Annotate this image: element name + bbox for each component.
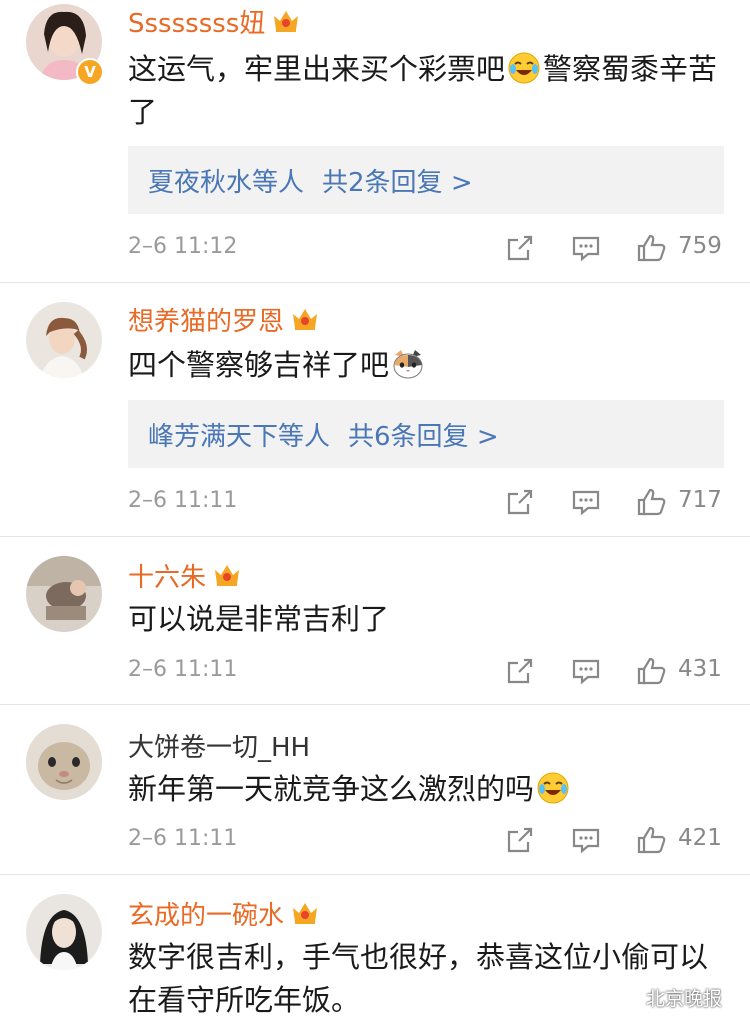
comment-time: 2–6 11:12 xyxy=(128,234,238,259)
comment-time: 2–6 11:11 xyxy=(128,657,238,682)
laughing-tears-emoji-icon xyxy=(507,51,541,85)
wechat-icon xyxy=(616,987,640,1007)
reply-summary[interactable]: 夏夜秋水等人 共2条回复 > xyxy=(128,146,724,214)
comment-text: 可以说是非常吉利了 xyxy=(128,598,724,641)
comment-text: 四个警察够吉祥了吧 xyxy=(128,344,724,387)
crown-badge-icon xyxy=(290,900,320,926)
reply-count-link[interactable]: 共2条回复 > xyxy=(322,162,473,199)
divider xyxy=(0,704,750,705)
comment-time: 2–6 11:11 xyxy=(128,488,238,513)
comment-text-part: 四个警察够吉祥了吧 xyxy=(128,348,390,382)
avatar[interactable] xyxy=(26,724,102,800)
like-count: 717 xyxy=(678,487,722,513)
avatar[interactable] xyxy=(26,556,102,632)
comment-text-part: 这运气，牢里出来买个彩票吧 xyxy=(128,52,506,86)
crown-badge-icon xyxy=(271,8,301,34)
divider xyxy=(0,536,750,537)
avatar[interactable] xyxy=(26,894,102,970)
comment-icon[interactable] xyxy=(570,824,602,856)
share-icon[interactable] xyxy=(504,655,536,687)
cat-face-emoji-icon xyxy=(391,347,425,381)
divider xyxy=(0,282,750,283)
username[interactable]: 大饼卷一切_HH xyxy=(128,727,310,764)
watermark: 北京晚报 xyxy=(616,982,722,1012)
comment-text-part: 可以说是非常吉利了 xyxy=(128,602,390,636)
crown-badge-icon xyxy=(290,306,320,332)
comment-text: 新年第一天就竞争这么激烈的吗 xyxy=(128,768,724,811)
comment-icon[interactable] xyxy=(570,232,602,264)
like-count: 759 xyxy=(678,233,722,259)
verified-v-icon: V xyxy=(76,58,104,86)
reply-summary[interactable]: 峰芳满天下等人 共6条回复 > xyxy=(128,400,724,468)
like-count: 431 xyxy=(678,656,722,682)
watermark-text: 北京晚报 xyxy=(646,987,723,1010)
comment-text: 这运气，牢里出来买个彩票吧 警察蜀黍辛苦了 xyxy=(128,48,724,134)
share-icon[interactable] xyxy=(504,232,536,264)
like-count: 421 xyxy=(678,825,722,851)
divider xyxy=(0,874,750,875)
share-icon[interactable] xyxy=(504,824,536,856)
username[interactable]: 十六朱 xyxy=(128,557,206,594)
comment-text-part: 新年第一天就竞争这么激烈的吗 xyxy=(128,772,535,806)
crown-badge-icon xyxy=(212,562,242,588)
laughing-tears-emoji-icon xyxy=(536,771,570,805)
share-icon[interactable] xyxy=(504,486,536,518)
username[interactable]: 想养猫的罗恩 xyxy=(128,301,284,338)
username[interactable]: 玄成的一碗水 xyxy=(128,895,284,932)
username[interactable]: Ssssssss妞 xyxy=(128,3,265,40)
comment-icon[interactable] xyxy=(570,655,602,687)
reply-users-link[interactable]: 夏夜秋水等人 xyxy=(148,162,304,199)
thumbs-up-icon[interactable] xyxy=(636,824,668,856)
thumbs-up-icon[interactable] xyxy=(636,655,668,687)
comment-time: 2–6 11:11 xyxy=(128,826,238,851)
reply-count-link[interactable]: 共6条回复 > xyxy=(348,416,499,453)
thumbs-up-icon[interactable] xyxy=(636,232,668,264)
comment-icon[interactable] xyxy=(570,486,602,518)
thumbs-up-icon[interactable] xyxy=(636,486,668,518)
reply-users-link[interactable]: 峰芳满天下等人 xyxy=(148,416,330,453)
avatar[interactable] xyxy=(26,302,102,378)
